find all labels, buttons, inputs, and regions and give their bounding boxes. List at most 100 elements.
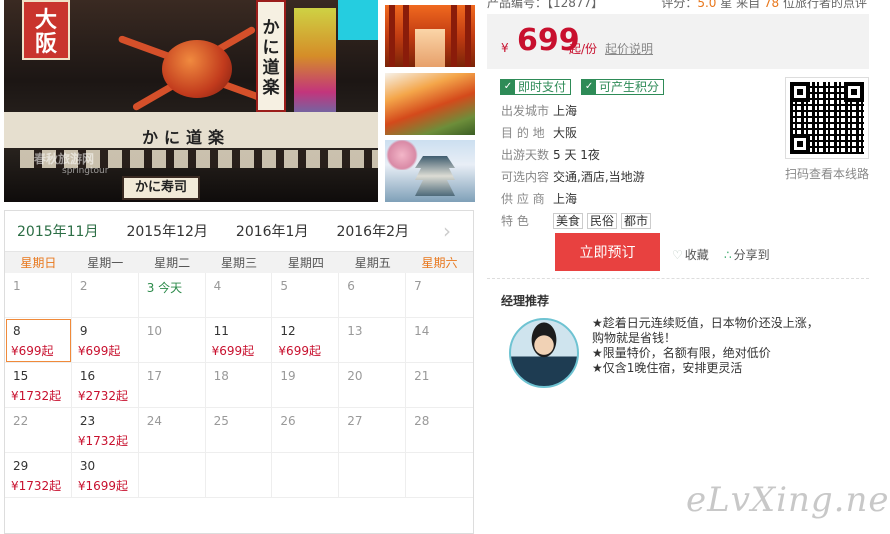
info-value: 交通,酒店,当地游 [553,170,645,184]
calendar-day-cell: 5 [272,273,340,318]
weekday-header: 星期日 星期一 星期二 星期三 星期四 星期五 星期六 [5,251,473,273]
manager-recommend-title: 经理推荐 [501,294,550,308]
calendar-day-price: ¥699起 [11,344,54,358]
torii-pillar [403,5,409,67]
calendar-day-cell[interactable]: 12 ¥699起 [272,318,340,363]
qr-caption: 扫码查看本线路 [785,167,870,181]
tab-month-2016-2[interactable]: 2016年2月 [336,215,409,247]
info-depart-city: 出发城市 上海 [501,102,577,119]
calendar-day-number: 21 [414,369,430,383]
calendar-day-number: 13 [347,324,363,338]
calendar-month-tabs: 2015年11月 2015年12月 2016年1月 2016年2月 › [5,211,473,251]
feature-tag[interactable]: 都市 [621,213,652,229]
info-label: 供 应 商 [501,192,545,206]
calendar-day-price: ¥1732起 [77,434,129,448]
weekday-label: 星期一 [87,256,124,270]
qr-code [785,77,869,159]
calendar-day-number: 4 [213,279,222,293]
calendar-day-cell[interactable]: 9 ¥699起 [71,318,139,363]
thumbnail-torii-gates[interactable] [385,5,475,67]
shop-sign-text: かに寿司 [134,180,187,195]
calendar-day-cell: 19 [272,363,340,408]
calendar-day-cell[interactable]: 15 ¥1732起 [5,363,72,408]
recommend-line: ★趁着日元连续贬值，日本物价还没上涨，购物就是省钱！ [592,316,819,345]
reviewer-suffix: 位旅行者的点评 [779,0,867,10]
calendar-day-price: ¥699起 [278,344,321,358]
kani-doraku-sign-text: かに道楽 [262,18,280,98]
calendar-day-cell: 28 [406,408,473,453]
info-features: 特 色 美食 民俗 都市 [501,212,655,229]
calendar-day-cell: 21 [406,363,473,408]
score-suffix: 星 来自 [716,0,764,10]
calendar-day-number: 8 [13,324,21,338]
tab-month-2016-1[interactable]: 2016年1月 [236,215,309,247]
calendar-day-cell[interactable]: 29 ¥1732起 [5,453,72,498]
manager-recommend-text: ★趁着日元连续贬值，日本物价还没上涨，购物就是省钱！ ★限量特价，名额有限，绝对… [592,316,830,376]
tab-month-2015-11[interactable]: 2015年11月 [17,215,98,247]
calendar-day-cell [272,453,340,498]
calendar-day-cell: 24 [138,408,206,453]
calendar-day-number: 26 [280,414,296,428]
calendar-day-number: 25 [213,414,229,428]
calendar-day-number: 1 [13,279,21,293]
weekday-label: 星期六 [421,256,458,270]
calendar-day-price: ¥1699起 [77,479,129,493]
chevron-right-icon[interactable]: › [443,219,451,243]
qr-finder [844,82,864,102]
calendar-day-number: 23 [79,414,96,428]
feature-tag[interactable]: 美食 [553,213,584,229]
info-label: 特 色 [501,214,529,228]
product-code: 产品编号：【12877】 [487,0,604,10]
calendar-day-number: 12 [280,324,296,338]
calendar-day-price: ¥1732起 [11,389,62,403]
calendar-day-cell[interactable]: 8 ¥699起 [5,318,72,363]
main-product-photo[interactable]: 大阪 かに道楽 かに道楽 かに寿司 春秋旅游网 springtour [4,0,378,202]
calendar-day-number: 3 今天 [146,281,183,295]
thumbnail-autumn-temple[interactable] [385,73,475,135]
calendar-day-price: ¥699起 [77,344,121,358]
calendar-day-cell: 6 [339,273,407,318]
check-icon: ✓ [582,80,597,94]
calendar-day-cell: 2 [71,273,139,318]
price-box: ¥ 699 起/份 起价说明 [487,14,869,69]
calendar-day-cell: 26 [272,408,340,453]
info-days: 出游天数 5 天 1夜 [501,146,600,163]
calendar-day-cell[interactable]: 23 ¥1732起 [71,408,139,453]
osaka-sign: 大阪 [22,0,70,60]
favorite-button[interactable]: ♡ 收藏 [672,246,709,263]
calendar-day-number: 29 [13,459,29,473]
calendar-day-number: 19 [280,369,296,383]
calendar-day-number: 7 [414,279,422,293]
calendar-day-number: 6 [347,279,355,293]
share-label: 分享到 [733,248,770,262]
calendar-day-number: 15 [13,369,29,383]
info-value: 5 天 1夜 [553,148,600,162]
torii-pillar [451,5,457,67]
book-now-button[interactable]: 立即预订 [555,233,660,271]
calendar-day-number: 24 [146,414,162,428]
tab-month-2015-12[interactable]: 2015年12月 [126,215,207,247]
product-meta-line: 产品编号：【12877】 评分：5.0 星 来自 78 位旅行者的点评 [487,0,867,10]
calendar-day-cell[interactable]: 11 ¥699起 [205,318,273,363]
share-button[interactable]: ∴ 分享到 [724,246,770,263]
calendar-day-number: 11 [213,324,229,338]
sushi-shop-sign: かに寿司 [122,176,200,200]
osaka-sign-text: 大阪 [34,7,57,57]
feature-tag[interactable]: 民俗 [587,213,618,229]
price-explain-link[interactable]: 起价说明 [605,40,653,57]
heart-icon: ♡ [672,248,683,262]
calendar-day-cell[interactable]: 30 ¥1699起 [71,453,139,498]
share-icon: ∴ [724,248,732,262]
calendar-day-cell: 3 今天 [138,273,206,318]
calendar-day-cell: 27 [339,408,407,453]
badge-instant-pay: ✓ 即时支付 [500,79,572,95]
badge-label: 可产生积分 [599,80,660,94]
calendar-day-cell [205,453,273,498]
service-badges: ✓ 即时支付 ✓ 可产生积分 [500,79,665,95]
photo-watermark: 春秋旅游网 [34,152,95,166]
calendar-day-number: 17 [146,369,162,383]
thumbnail-osaka-castle[interactable] [385,140,475,202]
calendar-day-cell[interactable]: 16 ¥2732起 [71,363,139,408]
calendar-day-number: 27 [347,414,363,428]
weekday-label: 星期三 [220,256,257,270]
